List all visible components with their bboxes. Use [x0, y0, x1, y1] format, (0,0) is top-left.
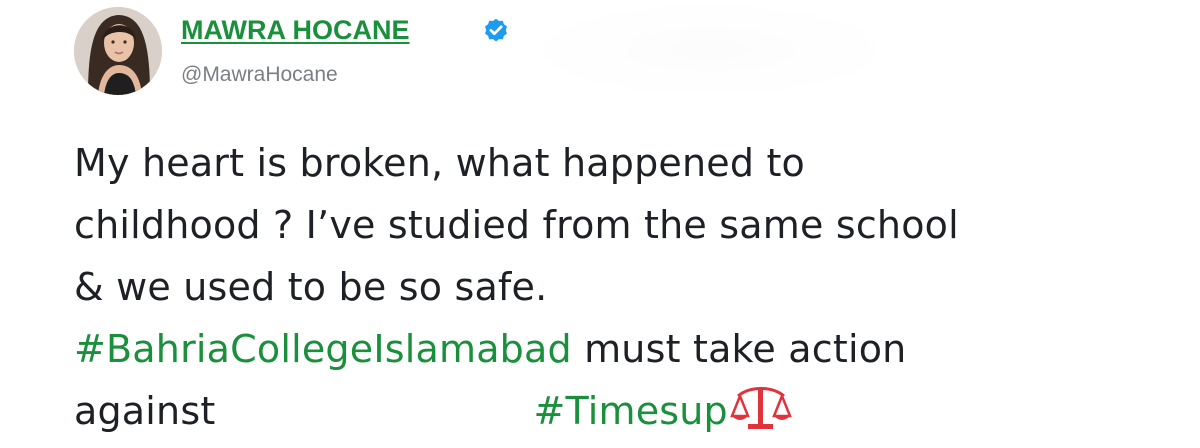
- tweet-line: #BahriaCollegeIslamabad must take action: [74, 318, 1184, 380]
- scales-emoji-icon: [728, 384, 794, 430]
- tweet-line: against #Timesup: [74, 380, 1184, 442]
- tweet-card: MAWRA HOCANE @MawraHocane My heart is br…: [0, 0, 1200, 433]
- verified-badge-icon: [485, 18, 507, 42]
- hashtag-timesup[interactable]: #Timesup: [533, 389, 727, 433]
- author-handle[interactable]: @MawraHocane: [181, 62, 338, 88]
- background-smudge: [520, 0, 900, 100]
- tweet-text: My heart is broken, what happened to chi…: [74, 132, 1184, 442]
- avatar-image: [74, 7, 162, 95]
- tweet-line: childhood ? I’ve studied from the same s…: [74, 203, 959, 247]
- tweet-line: My heart is broken, what happened to: [74, 141, 805, 185]
- author-name[interactable]: MAWRA HOCANE: [181, 13, 410, 47]
- tweet-line: & we used to be so safe.: [74, 265, 548, 309]
- tweet-line-text: against: [74, 389, 216, 433]
- tweet-line-text: must take action: [571, 327, 907, 371]
- hashtag-bahria-college-islamabad[interactable]: #BahriaCollegeIslamabad: [74, 327, 572, 371]
- avatar[interactable]: [74, 7, 162, 95]
